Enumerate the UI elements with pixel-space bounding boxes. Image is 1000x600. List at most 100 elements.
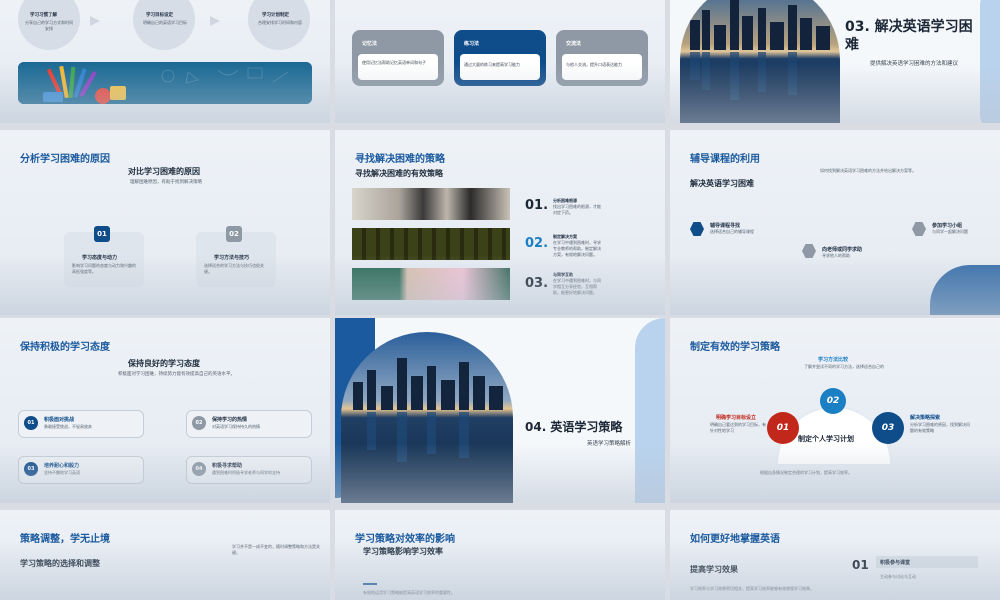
slide-9[interactable]: 制定有效的学习策略 学习方法比较 了解并尝试不同的学习方法，选择适合自己的 制定…	[670, 318, 1000, 503]
classroom-photo	[352, 228, 510, 260]
method-card-1: 记忆法 使用记忆法帮助记忆英语单词和句子	[352, 30, 444, 86]
method-card-3-desc: 与他人交流，提升口语表达能力	[566, 62, 622, 67]
strategy-num-2: 02.	[525, 236, 549, 251]
method-card-1-inner	[358, 54, 438, 80]
attitude-3-desc: 坚持不懈地学习英语	[44, 470, 80, 475]
strategy-3-desc: 在学习中遇到困难时，与同学相互分享经验，互相帮助，能更好地解决问题。	[553, 278, 601, 295]
attitude-1-title: 积极面对挑战	[44, 417, 75, 423]
strategy-2-desc: 在学习中遇到困难时，寻求专业教师的帮助，制定解决方案，有效地解决问题。	[553, 240, 601, 257]
slide-heading: 寻找解决困难的有效策略	[355, 169, 443, 178]
strategy-1-desc: 找出学习困难的根源，才能对症下药。	[553, 204, 601, 215]
item-title: 积极参与课堂	[880, 560, 911, 566]
slide-heading-desc: 理解困难原因，有助于找到解决策略	[130, 180, 202, 185]
slide-1[interactable]: 学习习惯了解 分享自己的学习方式和时间安排 学习目标设定 明确自己的英语学习目标…	[0, 0, 330, 123]
slide-title: 辅导课程的利用	[690, 154, 760, 165]
slide-3[interactable]: 03. 解决英语学习困难 提供解决英语学习困难的方法和建议	[670, 0, 1000, 123]
slide-2[interactable]: 记忆法 使用记忆法帮助记忆英语单词和句子 练习法 通过大量的练习来提高学习能力 …	[335, 0, 665, 123]
accent-bar	[363, 583, 377, 585]
node-3-desc: 分析学习困难的原因，找到解决问题的有效策略	[910, 422, 970, 433]
cause-badge-2: 02	[226, 226, 242, 242]
attitude-4-title: 积极寻求帮助	[212, 463, 243, 469]
tutoring-desc: 选择适合自己的辅导课程	[710, 229, 754, 234]
slide-12[interactable]: 如何更好地掌握英语 提高学习效果 01 积极参与课堂 主动参与讨论与互动 学习效…	[670, 510, 1000, 600]
strategy-num-1: 01.	[525, 198, 549, 213]
node-3-title: 解决策略探索	[910, 415, 941, 421]
slide-title: 寻找解决困难的策略	[355, 154, 445, 165]
method-card-2-desc: 通过大量的练习来提高学习能力	[464, 62, 520, 67]
item-num: 01	[852, 558, 869, 572]
attitude-num-2: 02	[192, 416, 206, 430]
bottom-note: 学习效率与学习效果密切相关，提高学习效率能够有效增强学习效果。	[690, 586, 814, 591]
slide-6[interactable]: 辅导课程的利用 如何找到解决英语学习困难的方法并给出解决方案等。 解决英语学习困…	[670, 130, 1000, 315]
method-card-3: 交流法 与他人交流，提升口语表达能力	[556, 30, 648, 86]
help-desc: 寻求他人的帮助	[822, 253, 850, 258]
slide-heading-desc: 积极面对学习困难，持续努力能有效提高自己的英语水平。	[118, 372, 235, 377]
slide-7[interactable]: 保持积极的学习态度 保持良好的学习态度 积极面对学习困难，持续努力能有效提高自己…	[0, 318, 330, 503]
method-card-1-desc: 使用记忆法帮助记忆英语单词和句子	[362, 60, 426, 65]
step-circle-2-desc: 明确自己的英语学习目标	[143, 20, 187, 25]
slide-title: 分析学习困难的原因	[20, 154, 110, 165]
node-2-title: 学习方法比较	[818, 357, 849, 363]
arrow-icon	[90, 16, 100, 26]
node-1-title: 明确学习目标设立	[716, 415, 757, 421]
attitude-num-4: 04	[192, 462, 206, 476]
city-reflection-photo	[341, 332, 513, 503]
cause-badge-1: 01	[94, 226, 110, 242]
help-hex-icon	[802, 244, 816, 258]
attitude-4-desc: 遇到困难时积极寻求老师与同学的支持	[212, 470, 280, 475]
group-title: 参加学习小组	[932, 223, 963, 229]
slide-10[interactable]: 策略调整，学无止境 学习并不是一成不变的，随时调整策略和方法是关键。 学习策略的…	[0, 510, 330, 600]
slide-heading: 学习策略影响学习效率	[363, 547, 443, 556]
cause-card-1-title: 学习态度与动力	[82, 255, 118, 261]
attitude-2-desc: 对英语学习保持持久的热情	[212, 424, 260, 429]
slide-title: 如何更好地掌握英语	[690, 534, 780, 545]
slide-5[interactable]: 寻找解决困难的策略 寻找解决困难的有效策略 01. 分析困难根源 找出学习困难的…	[335, 130, 665, 315]
attitude-num-3: 03	[24, 462, 38, 476]
method-card-2: 练习法 通过大量的练习来提高学习能力	[454, 30, 546, 86]
cause-card-2-title: 学习方法与技巧	[214, 255, 250, 261]
step-circle-1-desc: 分享自己的学习方式和时间安排	[25, 20, 73, 31]
slide-heading: 提高学习效果	[690, 565, 738, 574]
school-supplies-image	[18, 62, 312, 104]
node-1-desc: 明确自己要达到的学习目标，有针对性地学习	[710, 422, 766, 433]
attitude-3-title: 培养耐心和毅力	[44, 463, 80, 469]
slide-8[interactable]: 04. 英语学习策略 英语学习策略解析	[335, 318, 665, 503]
slide-title: 策略调整，学无止境	[20, 534, 110, 545]
step-circle-3-title: 学习计划制定	[262, 13, 289, 18]
slide-heading: 解决英语学习困难	[690, 179, 754, 188]
slide-4[interactable]: 分析学习困难的原因 对比学习困难的原因 理解困难原因，有助于找到解决策略 01 …	[0, 130, 330, 315]
right-note: 学习并不是一成不变的，随时调整策略和方法是关键。	[232, 544, 320, 555]
strategy-num-3: 03.	[525, 276, 549, 291]
arrow-icon	[210, 16, 220, 26]
method-card-2-title: 练习法	[464, 41, 480, 47]
group-desc: 与同学一起解决问题	[932, 229, 968, 234]
node-num-3: 03	[872, 412, 904, 444]
tutoring-hex-icon	[690, 222, 704, 236]
girls-photo	[352, 268, 510, 300]
slide-title: 学习策略对效率的影响	[355, 534, 455, 545]
slide-heading: 保持良好的学习态度	[128, 359, 200, 368]
step-circle-2-title: 学习目标设定	[146, 13, 173, 18]
section-subtitle: 英语学习策略解析	[587, 441, 632, 447]
bottom-note: 根据自身情况制定合理的学习计划，提高学习效率。	[760, 470, 852, 475]
method-card-3-title: 交流法	[566, 41, 582, 47]
method-card-1-title: 记忆法	[362, 41, 378, 47]
node-2-desc: 了解并尝试不同的学习方法，选择适合自己的	[804, 364, 884, 369]
city-reflection-photo	[680, 0, 840, 123]
step-circle-3-desc: 合理安排学习时间和内容	[258, 20, 302, 25]
slide-heading: 对比学习困难的原因	[128, 167, 200, 176]
section-title: 04. 英语学习策略	[525, 420, 623, 434]
slide-6-blue-corner	[930, 265, 1000, 315]
step-circle-1-title: 学习习惯了解	[30, 13, 57, 18]
attitude-num-1: 01	[24, 416, 38, 430]
item-desc: 主动参与讨论与互动	[880, 574, 916, 579]
section-subtitle: 提供解决英语学习困难的方法和建议	[870, 61, 959, 67]
slide-11[interactable]: 学习策略对效率的影响 学习策略影响学习效率 有效地运用学习策略能提高英语学习效率…	[335, 510, 665, 600]
attitude-2-title: 保持学习的热情	[212, 417, 248, 423]
slide-grid: 学习习惯了解 分享自己的学习方式和时间安排 学习目标设定 明确自己的英语学习目标…	[0, 0, 1000, 600]
node-num-2: 02	[820, 388, 846, 414]
slide-title: 制定有效的学习策略	[690, 342, 780, 353]
help-title: 向老师或同学求助	[822, 247, 863, 253]
attitude-1-desc: 勇敢接受挑战，不轻易放弃	[44, 424, 92, 429]
bottom-note: 有效地运用学习策略能提高英语学习效率的重要性。	[363, 590, 455, 595]
